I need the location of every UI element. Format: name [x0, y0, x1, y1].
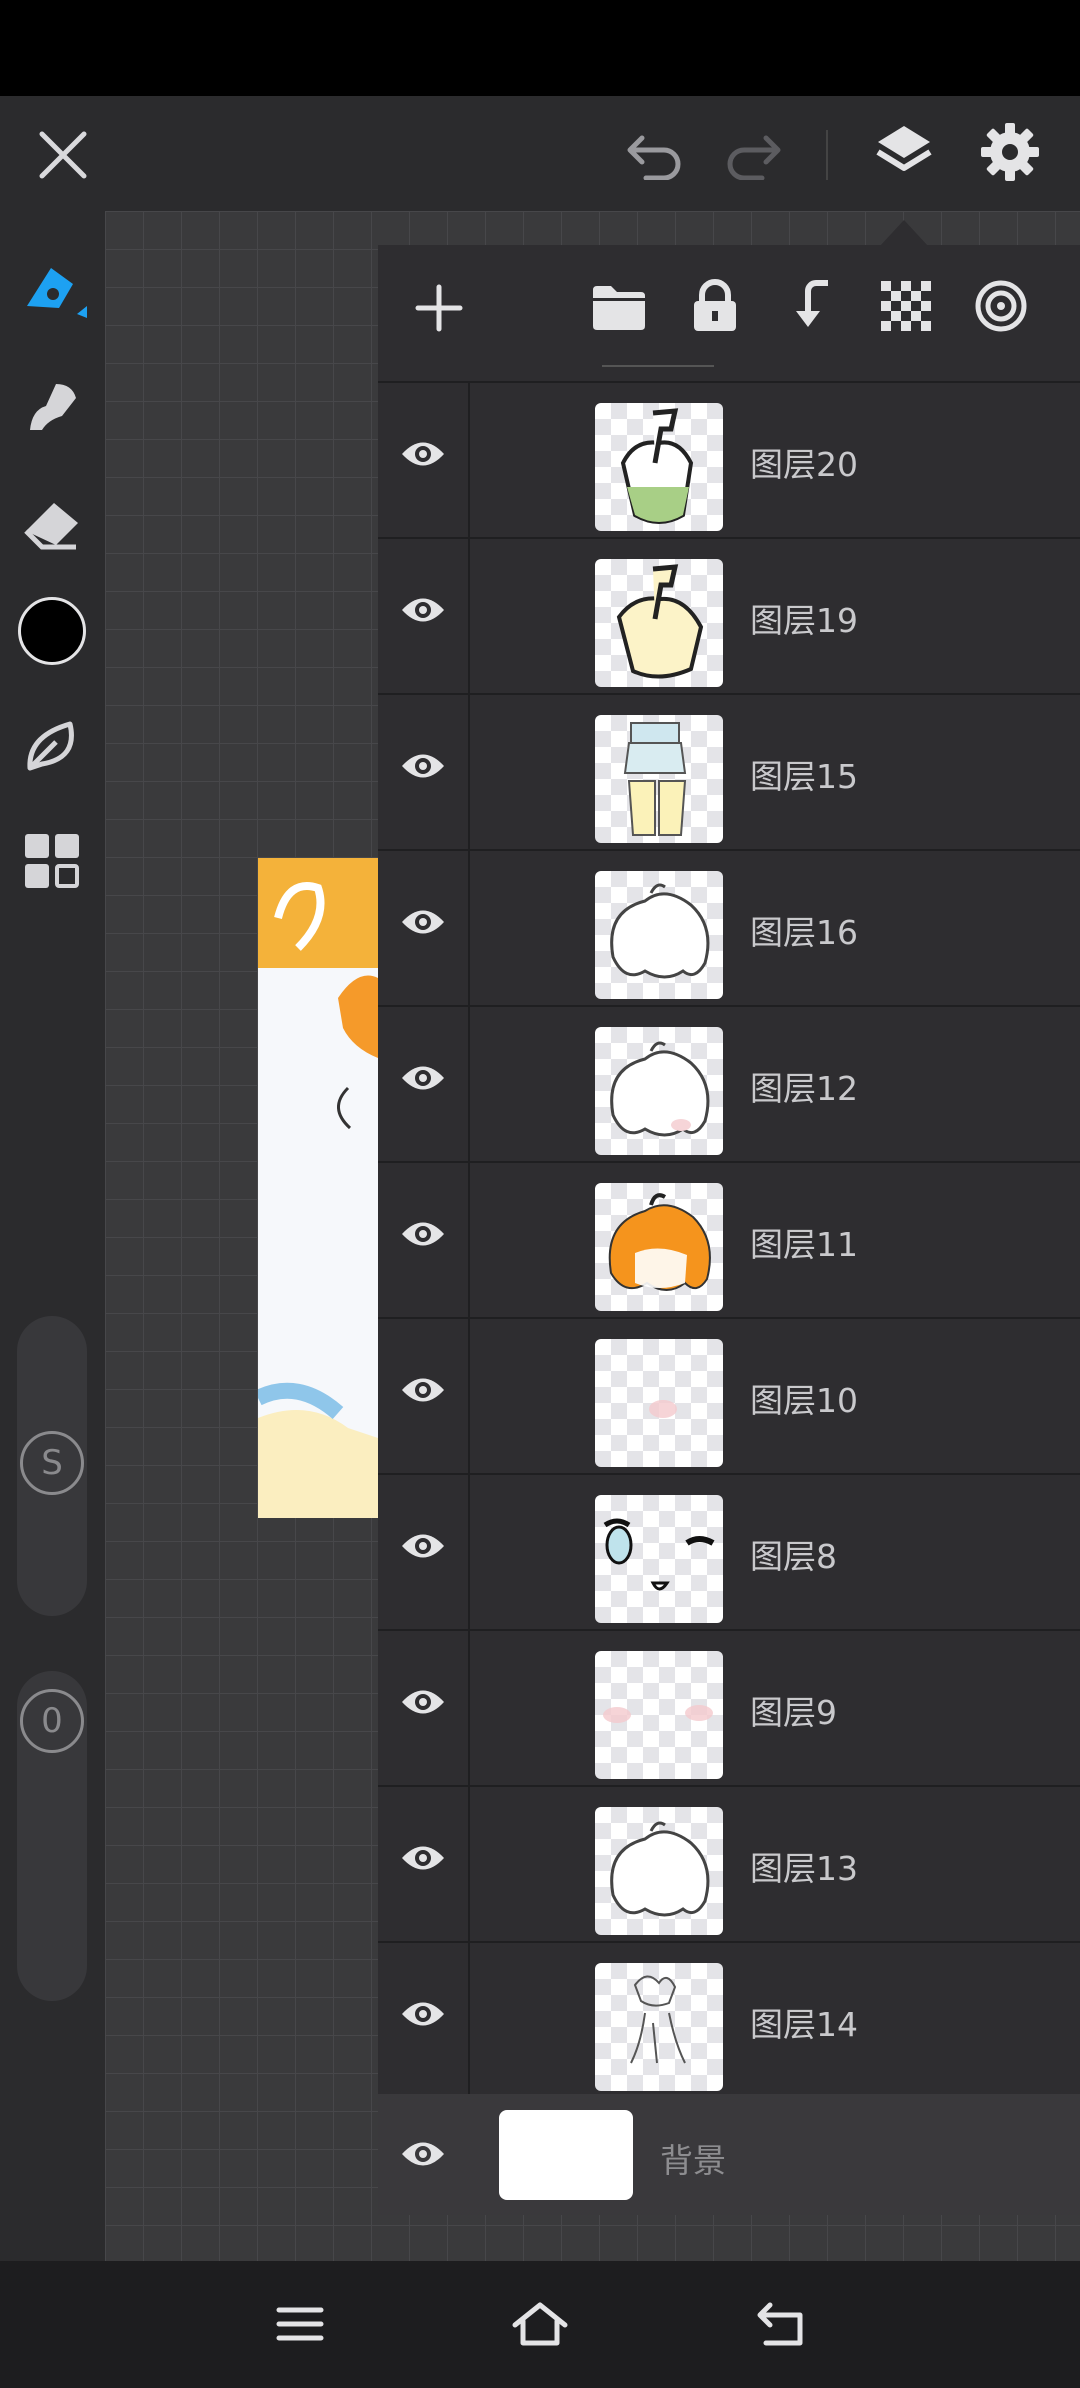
visibility-column [378, 1475, 470, 1629]
layer-list[interactable]: 图层20 图层19 图层15 图层16 图层12 图层11 图层10 图层8 图… [378, 381, 1080, 2097]
size-slider-knob[interactable]: S [20, 1431, 84, 1495]
layer-name: 图层10 [750, 1381, 858, 1420]
target-icon[interactable] [970, 275, 1032, 337]
visibility-column [378, 1007, 470, 1161]
artwork-preview [258, 858, 378, 1518]
status-bar [0, 0, 1080, 96]
layer-thumbnail [595, 1339, 723, 1467]
layer-name: 图层8 [750, 1537, 837, 1576]
grid-menu-icon[interactable] [12, 821, 92, 901]
eye-icon[interactable] [400, 1685, 446, 1719]
visibility-column [378, 851, 470, 1005]
eye-icon[interactable] [400, 1997, 446, 2031]
layer-thumbnail [595, 1183, 723, 1311]
layer-thumbnail [595, 1807, 723, 1935]
merge-down-icon[interactable] [780, 275, 842, 337]
layer-name: 图层14 [750, 2005, 858, 2044]
undo-icon[interactable] [620, 122, 690, 188]
layer-row[interactable]: 图层20 [378, 381, 1080, 537]
top-toolbar [0, 96, 1080, 211]
layer-row[interactable]: 图层11 [378, 1161, 1080, 1317]
eye-icon[interactable] [400, 1061, 446, 1095]
layers-panel: 图层20 图层19 图层15 图层16 图层12 图层11 图层10 图层8 图… [378, 245, 1080, 2215]
layer-name: 图层13 [750, 1849, 858, 1888]
layer-thumbnail [595, 1495, 723, 1623]
layer-row[interactable]: 图层13 [378, 1785, 1080, 1941]
visibility-column [378, 383, 470, 537]
system-navigation-bar [0, 2261, 1080, 2388]
scroll-indicator [602, 365, 714, 367]
layer-thumbnail [595, 1027, 723, 1155]
layer-row[interactable]: 图层15 [378, 693, 1080, 849]
close-icon[interactable] [28, 120, 98, 190]
eraser-tool-icon[interactable] [12, 481, 92, 561]
layer-thumbnail [595, 871, 723, 999]
size-slider-label: S [41, 1443, 63, 1483]
layer-row[interactable]: 图层12 [378, 1005, 1080, 1161]
eye-icon[interactable] [400, 1217, 446, 1251]
layer-row[interactable]: 图层14 [378, 1941, 1080, 2097]
eye-icon[interactable] [400, 905, 446, 939]
back-icon[interactable] [740, 2291, 820, 2357]
layer-name: 图层15 [750, 757, 858, 796]
brush-size-slider[interactable]: S [17, 1316, 87, 1616]
menu-icon[interactable] [260, 2291, 340, 2357]
transparency-icon[interactable] [875, 275, 937, 337]
eye-icon[interactable] [400, 437, 446, 471]
visibility-column [378, 1631, 470, 1785]
eye-icon[interactable] [400, 1529, 446, 1563]
eye-icon[interactable] [400, 1373, 446, 1407]
eye-icon[interactable] [400, 2137, 446, 2171]
layer-row[interactable]: 图层8 [378, 1473, 1080, 1629]
layer-name: 图层11 [750, 1225, 858, 1264]
divider [826, 130, 828, 180]
visibility-column [378, 695, 470, 849]
layer-row[interactable]: 图层9 [378, 1629, 1080, 1785]
redo-icon[interactable] [718, 122, 788, 188]
layer-row[interactable]: 图层10 [378, 1317, 1080, 1473]
color-picker-button[interactable] [12, 591, 92, 671]
home-icon[interactable] [500, 2291, 580, 2357]
lock-icon[interactable] [684, 275, 746, 337]
background-layer-row[interactable]: 背景 [378, 2094, 1080, 2215]
add-icon[interactable] [408, 277, 470, 339]
opacity-slider[interactable]: 0 [17, 1671, 87, 2001]
pen-tool-icon[interactable] [12, 251, 92, 331]
eye-icon[interactable] [400, 593, 446, 627]
layer-name: 图层19 [750, 601, 858, 640]
layer-row[interactable]: 图层19 [378, 537, 1080, 693]
layer-thumbnail [595, 559, 723, 687]
left-toolbar: S 0 [0, 211, 105, 2261]
gear-icon[interactable] [974, 116, 1046, 188]
folder-icon[interactable] [588, 277, 650, 339]
eye-icon[interactable] [400, 1841, 446, 1875]
layer-row[interactable]: 图层16 [378, 849, 1080, 1005]
layer-thumbnail [595, 1963, 723, 2091]
layer-name: 图层16 [750, 913, 858, 952]
background-layer-name: 背景 [660, 2141, 726, 2180]
visibility-column [378, 539, 470, 693]
layers-panel-header [378, 245, 1080, 370]
opacity-slider-label: 0 [41, 1701, 63, 1741]
visibility-column [378, 1787, 470, 1941]
layer-thumbnail [595, 403, 723, 531]
panel-pointer [880, 220, 928, 246]
layer-name: 图层20 [750, 445, 858, 484]
layer-name: 图层12 [750, 1069, 858, 1108]
current-color-swatch [18, 597, 86, 665]
opacity-slider-knob[interactable]: 0 [20, 1689, 84, 1753]
visibility-column [378, 1163, 470, 1317]
layers-icon[interactable] [868, 116, 940, 188]
layer-thumbnail [595, 715, 723, 843]
visibility-column [378, 1319, 470, 1473]
visibility-column [378, 1943, 470, 2097]
eye-icon[interactable] [400, 749, 446, 783]
layer-name: 图层9 [750, 1693, 837, 1732]
brush-library-icon[interactable] [12, 706, 92, 786]
smudge-tool-icon[interactable] [12, 366, 92, 446]
background-thumbnail [499, 2110, 633, 2200]
layer-thumbnail [595, 1651, 723, 1779]
